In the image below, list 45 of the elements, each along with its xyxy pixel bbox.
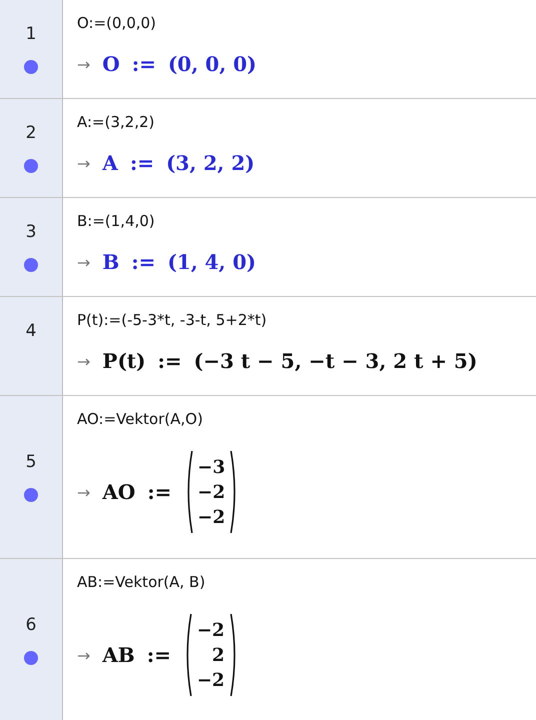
row-number: 1 xyxy=(26,24,36,44)
row-number: 3 xyxy=(26,222,36,242)
input-text[interactable]: A:=(3,2,2) xyxy=(77,107,536,137)
input-text[interactable]: O:=(0,0,0) xyxy=(77,8,536,38)
result-arrow: → xyxy=(77,352,90,370)
output-name: P(t) xyxy=(102,349,146,373)
vector-component: −3 xyxy=(198,456,226,480)
assign-operator: := xyxy=(131,250,156,274)
vector-component: −2 xyxy=(198,506,226,530)
input-text[interactable]: AB:=Vektor(A, B) xyxy=(77,567,536,597)
result-arrow: → xyxy=(77,252,90,272)
output-name: AO xyxy=(102,480,136,504)
assign-operator: := xyxy=(132,52,156,76)
input-text[interactable]: AO:=Vektor(A,O) xyxy=(77,404,536,434)
output-value: (3, 2, 2) xyxy=(166,151,255,175)
row-number: 4 xyxy=(26,321,36,341)
row-number: 2 xyxy=(26,123,36,143)
visibility-dot[interactable] xyxy=(24,60,38,74)
input-text[interactable]: B:=(1,4,0) xyxy=(77,206,536,236)
vector-component: −2 xyxy=(198,480,226,504)
visibility-dot[interactable] xyxy=(24,651,38,665)
assign-operator: := xyxy=(130,151,154,175)
assign-operator: := xyxy=(147,480,172,504)
output-value: (−3 t − 5, −t − 3, 2 t + 5) xyxy=(194,349,478,373)
output-name: A xyxy=(102,151,118,175)
assign-operator: := xyxy=(158,349,182,373)
vector-component: 2 xyxy=(212,644,225,668)
vector-component: −2 xyxy=(196,668,225,692)
output-value: (1, 4, 0) xyxy=(167,250,256,274)
assign-operator: := xyxy=(146,643,171,667)
output-value: (0, 0, 0) xyxy=(168,52,256,76)
output-name: B xyxy=(102,250,120,274)
vector-component: −2 xyxy=(196,618,225,642)
result-arrow: → xyxy=(77,54,90,74)
input-text[interactable]: P(t):=(-5-3*t, -3-t, 5+2*t) xyxy=(77,305,536,335)
result-arrow: → xyxy=(77,646,90,664)
visibility-dot[interactable] xyxy=(24,488,38,502)
result-arrow: → xyxy=(77,154,90,172)
row-number: 6 xyxy=(26,615,36,635)
visibility-dot[interactable] xyxy=(24,159,38,173)
result-arrow: → xyxy=(77,482,90,502)
row-number: 5 xyxy=(26,452,36,472)
output-name: AB xyxy=(102,643,135,667)
visibility-dot[interactable] xyxy=(24,258,38,272)
output-name: O xyxy=(102,52,120,76)
